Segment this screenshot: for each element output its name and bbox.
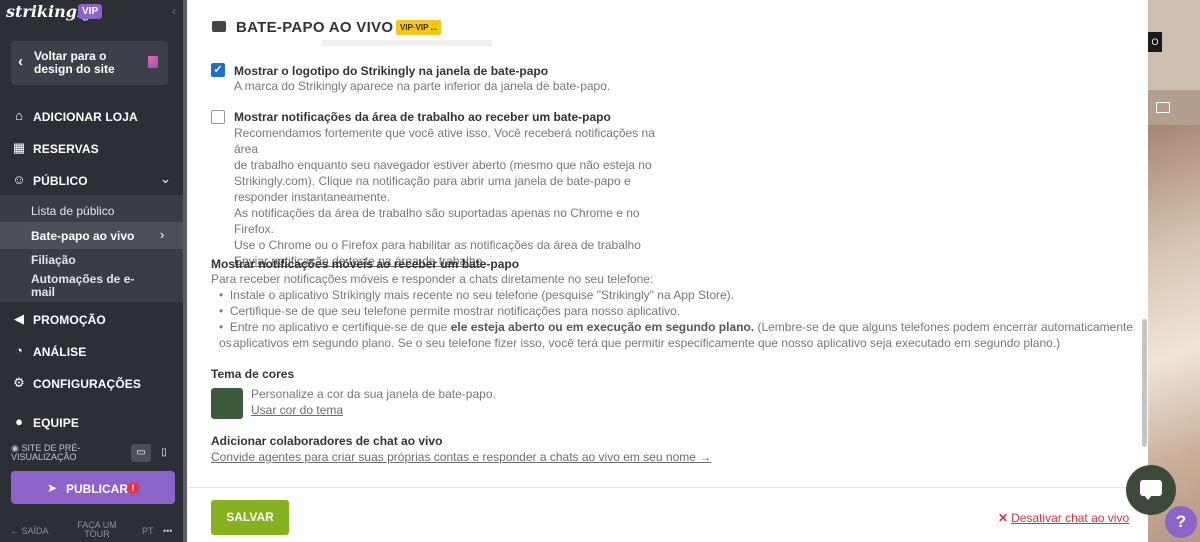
gear-icon: ⚙ bbox=[13, 375, 25, 390]
list-item-cont: aplicativos em segundo plano. Se o seu t… bbox=[233, 336, 1061, 350]
publish-label: PUBLICAR bbox=[66, 482, 128, 496]
collapse-sidebar-icon[interactable]: ‹ bbox=[172, 4, 176, 18]
chevron-right-icon: › bbox=[160, 227, 165, 242]
nav-label: RESERVAS bbox=[33, 142, 99, 156]
collaborators-title: Adicionar colaboradores de chat ao vivo bbox=[211, 434, 443, 448]
deactivate-chat-link[interactable]: ✕ Desativar chat ao vivo bbox=[998, 511, 1129, 525]
color-theme-desc: Personalize a cor da sua janela de bate-… bbox=[251, 387, 496, 401]
list-item: • Certifique-se de que seu telefone perm… bbox=[219, 304, 681, 318]
bullet-text: Instale o aplicativo Strikingly mais rec… bbox=[229, 288, 734, 302]
chevron-left-icon: ‹ bbox=[18, 53, 23, 70]
live-chat-panel: BATE-PAPO AO VIVO VIP·VIP ... ✓ Mostrar … bbox=[187, 0, 1148, 542]
back-to-design-button[interactable]: ‹ Voltar para o design do site bbox=[11, 41, 168, 85]
page-icon bbox=[148, 56, 158, 68]
deactivate-label: Desativar chat ao vivo bbox=[1011, 511, 1130, 525]
nav-configuracoes[interactable]: ⚙ CONFIGURAÇÕES bbox=[0, 368, 187, 398]
back-button-label: Voltar para o design do site bbox=[34, 49, 115, 76]
use-theme-color-link[interactable]: Usar cor do tema bbox=[251, 403, 343, 417]
store-icon: ⌂ bbox=[15, 108, 23, 123]
nav-label: ADICIONAR LOJA bbox=[33, 110, 138, 124]
nav-reservas[interactable]: ▦ RESERVAS bbox=[0, 133, 187, 163]
image-icon bbox=[1156, 102, 1170, 113]
panel-title: BATE-PAPO AO VIVO bbox=[236, 19, 394, 36]
save-button[interactable]: SALVAR bbox=[211, 500, 289, 535]
publish-button[interactable]: ➤ PUBLICAR ! bbox=[11, 471, 175, 504]
color-theme-title: Tema de cores bbox=[211, 367, 295, 381]
mobile-icon: ▯ bbox=[161, 447, 167, 458]
alert-icon: ! bbox=[127, 482, 139, 494]
desc-line: Use o Chrome ou o Firefox para habilitar… bbox=[234, 238, 641, 252]
invite-agents-wrap: Convide agentes para criar suas próprias… bbox=[211, 450, 711, 466]
chevron-down-icon: ⌄ bbox=[160, 171, 171, 186]
desc-line: Strikingly.com). Clique na notificação p… bbox=[234, 174, 631, 188]
more-menu-button[interactable]: ••• bbox=[163, 527, 172, 536]
nav-adicionar-loja[interactable]: ⌂ ADICIONAR LOJA bbox=[0, 101, 187, 131]
show-logo-checkbox[interactable]: ✓ bbox=[211, 63, 225, 77]
scrolled-content-fade bbox=[322, 40, 492, 46]
nav-analise[interactable]: ◔ ANÁLISE bbox=[0, 336, 187, 366]
mobile-notifications-intro: Para receber notificações móveis e respo… bbox=[211, 272, 654, 286]
color-swatch[interactable] bbox=[211, 388, 243, 419]
preview-button: O bbox=[1148, 32, 1162, 52]
chart-icon: ◔ bbox=[15, 343, 23, 358]
mobile-preview-button[interactable]: ▯ bbox=[154, 444, 174, 462]
nav-promocao[interactable]: ◀ PROMOÇÃO bbox=[0, 304, 187, 334]
language-button[interactable]: PT bbox=[142, 527, 154, 536]
vip-plan-badge: VIP·VIP ... bbox=[396, 20, 442, 35]
nav-equipe[interactable]: ● EQUIPE bbox=[0, 407, 187, 437]
desktop-notifications-desc: Recomendamos fortemente que você ative i… bbox=[234, 125, 674, 269]
nav-publico[interactable]: ☺ PÚBLICO ⌄ bbox=[0, 165, 187, 195]
preview-label: ◉ SITE DE PRÉ-VISUALIZAÇÃO bbox=[11, 444, 101, 462]
exit-label: SAÍDA bbox=[21, 526, 49, 536]
desc-line: de trabalho enquanto seu navegador estiv… bbox=[234, 158, 652, 172]
team-icon: ● bbox=[15, 414, 23, 429]
sidebar: strikingly VIP ‹ ‹ Voltar para o design … bbox=[0, 0, 187, 542]
desktop-icon: ▭ bbox=[136, 447, 146, 458]
help-button[interactable]: ? bbox=[1165, 506, 1197, 538]
desc-line: Recomendamos fortemente que você ative i… bbox=[234, 126, 655, 156]
desc-line: responder instantaneamente. bbox=[234, 190, 391, 204]
megaphone-icon: ◀ bbox=[14, 311, 24, 326]
arrow-left-icon: ← bbox=[10, 526, 22, 536]
users-icon: ☺ bbox=[12, 172, 26, 187]
desktop-preview-button[interactable]: ▭ bbox=[131, 444, 151, 462]
chat-bubble-icon bbox=[1140, 480, 1162, 496]
nav-label: CONFIGURAÇÕES bbox=[33, 377, 141, 391]
mobile-notifications-title: Mostrar notificações móveis ao receber u… bbox=[211, 257, 520, 271]
footer-divider bbox=[187, 487, 1148, 488]
sub-automacoes[interactable]: Automações de e-mail bbox=[31, 273, 141, 299]
bullet-text: Certifique-se de que seu telefone permit… bbox=[229, 304, 681, 318]
help-icon: ? bbox=[1175, 512, 1187, 531]
nav-label: PÚBLICO bbox=[33, 174, 88, 188]
sub-filiacao[interactable]: Filiação bbox=[31, 253, 76, 267]
bullet-bold: ele esteja aberto ou em execução em segu… bbox=[450, 320, 755, 334]
desktop-notifications-title: Mostrar notificações da área de trabalho… bbox=[234, 110, 611, 124]
invite-agents-link[interactable]: Convide agentes para criar suas próprias… bbox=[211, 450, 711, 464]
nav-label: PROMOÇÃO bbox=[33, 313, 106, 327]
use-theme-color-wrap: Usar cor do tema bbox=[251, 403, 343, 419]
sub-lista-de-publico[interactable]: Lista de público bbox=[31, 204, 114, 218]
chat-icon bbox=[212, 21, 226, 32]
desc-line: As notificações da área de trabalho são … bbox=[234, 206, 640, 236]
live-chat-widget-button[interactable] bbox=[1126, 465, 1176, 515]
list-item: • Instale o aplicativo Strikingly mais r… bbox=[219, 288, 734, 302]
bullet-text: Entre no aplicativo e certifique-se de q… bbox=[229, 320, 451, 334]
nav-label: ANÁLISE bbox=[33, 345, 87, 359]
exit-button[interactable]: ← SAÍDA bbox=[10, 527, 49, 536]
chat-bubble-tail bbox=[1144, 495, 1152, 500]
show-logo-title: Mostrar o logotipo do Strikingly na jane… bbox=[234, 64, 549, 78]
nav-label: EQUIPE bbox=[33, 416, 79, 430]
show-logo-desc: A marca do Strikingly aparece na parte i… bbox=[234, 79, 611, 93]
sub-bate-papo[interactable]: Bate-papo ao vivo bbox=[31, 229, 134, 243]
vip-badge: VIP bbox=[78, 4, 103, 19]
panel-scrollbar[interactable] bbox=[1142, 319, 1147, 447]
tour-button[interactable]: FAÇA UM TOUR bbox=[73, 521, 121, 539]
preview-label-text: SITE DE PRÉ-VISUALIZAÇÃO bbox=[11, 443, 81, 462]
close-icon: ✕ bbox=[998, 511, 1009, 525]
desktop-notifications-checkbox[interactable] bbox=[211, 110, 225, 124]
rocket-icon: ➤ bbox=[47, 481, 58, 495]
calendar-icon: ▦ bbox=[12, 140, 26, 155]
